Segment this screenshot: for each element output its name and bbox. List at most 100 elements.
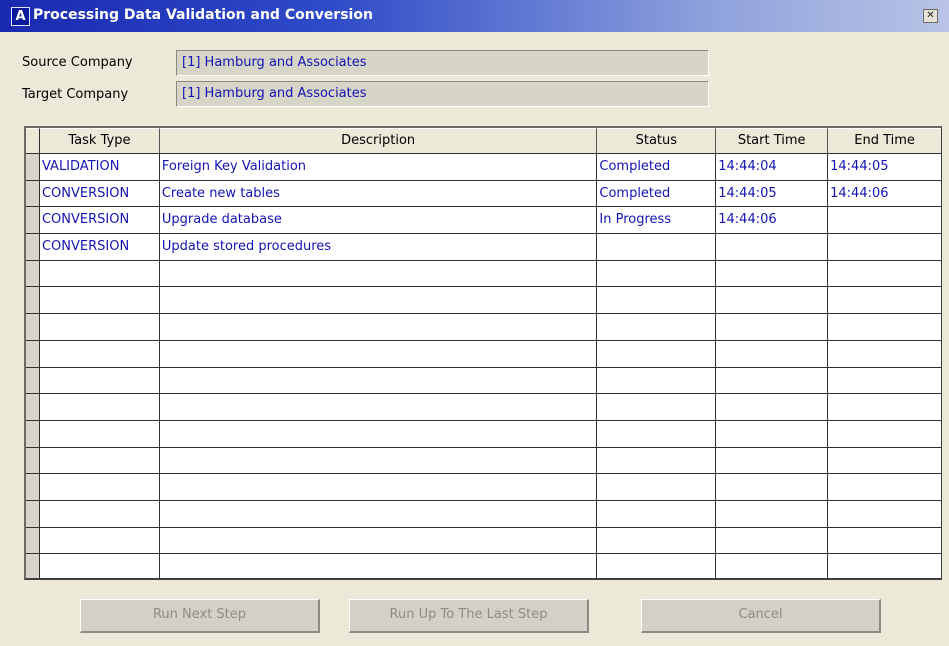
table-row[interactable]: [26, 420, 941, 448]
task-type-cell: [40, 314, 160, 340]
run-up-to-last-step-button[interactable]: Run Up To The Last Step: [349, 599, 589, 633]
table-row[interactable]: [26, 260, 941, 288]
row-selector[interactable]: [26, 474, 40, 500]
end-time-cell: [828, 528, 941, 554]
row-selector[interactable]: [26, 260, 40, 287]
table-row[interactable]: [26, 554, 941, 578]
description-cell: [160, 527, 598, 554]
row-selector[interactable]: [26, 367, 40, 394]
start-time-cell: 14:44:05: [716, 180, 829, 207]
start-time-cell: [716, 314, 829, 340]
end-time-cell: [828, 314, 941, 340]
description-cell: Update stored procedures: [160, 234, 598, 260]
cancel-button[interactable]: Cancel: [641, 599, 881, 633]
column-header-end-time[interactable]: End Time: [828, 128, 941, 153]
row-selector[interactable]: [26, 234, 40, 260]
description-cell: [160, 474, 598, 500]
status-cell: [597, 234, 717, 260]
table-row[interactable]: [26, 287, 941, 315]
start-time-cell: [716, 554, 829, 578]
row-selector[interactable]: [26, 527, 40, 554]
row-selector[interactable]: [26, 554, 40, 578]
start-time-cell: 14:44:06: [716, 207, 829, 234]
source-company-label: Source Company: [22, 55, 133, 70]
column-header-description[interactable]: Description: [159, 128, 598, 153]
title-bar[interactable]: A Processing Data Validation and Convers…: [0, 0, 949, 32]
start-time-cell: [716, 420, 829, 447]
task-type-cell: CONVERSION: [40, 207, 160, 234]
task-grid[interactable]: Task Type Description Status Start Time …: [24, 126, 942, 580]
table-row[interactable]: [26, 340, 941, 368]
end-time-cell: 14:44:05: [830, 159, 889, 174]
run-next-step-button[interactable]: Run Next Step: [80, 599, 320, 633]
status-cell: [597, 340, 717, 367]
task-type-cell: [40, 500, 160, 527]
end-time-cell: [828, 554, 941, 578]
table-row[interactable]: VALIDATION Foreign Key Validation Complete…: [26, 154, 941, 181]
start-time-cell: 14:44:04: [716, 154, 829, 180]
end-time-cell: [828, 421, 941, 447]
end-time-cell: [828, 341, 941, 367]
row-selector[interactable]: [26, 394, 40, 420]
start-time-cell: [716, 500, 829, 527]
start-time-cell: [716, 447, 829, 474]
status-cell: [597, 474, 717, 500]
table-row[interactable]: [26, 367, 941, 395]
start-time-cell: [716, 394, 829, 420]
description-cell: [160, 340, 598, 367]
status-cell: [597, 554, 717, 578]
table-row[interactable]: [26, 474, 941, 501]
end-time-cell: [828, 368, 941, 394]
task-type-cell: VALIDATION: [40, 154, 160, 180]
description-cell: Create new tables: [160, 180, 598, 207]
table-row[interactable]: [26, 314, 941, 341]
row-selector[interactable]: [26, 207, 40, 234]
task-type-cell: [40, 474, 160, 500]
end-time-cell: 14:44:06: [830, 185, 889, 201]
row-selector[interactable]: [26, 420, 40, 447]
target-company-field: [1] Hamburg and Associates: [176, 81, 709, 107]
task-type-cell: [40, 394, 160, 420]
status-cell: [597, 367, 717, 394]
close-icon[interactable]: ✕: [923, 9, 938, 23]
description-cell: [160, 367, 598, 394]
task-type-cell: [40, 527, 160, 554]
start-time-cell: [716, 474, 829, 500]
end-time-cell: [828, 234, 941, 260]
description-cell: [160, 420, 598, 447]
row-selector[interactable]: [26, 314, 40, 340]
start-time-cell: [716, 287, 829, 314]
start-time-cell: [716, 340, 829, 367]
table-row[interactable]: [26, 394, 941, 421]
app-icon: A: [11, 7, 30, 26]
table-row[interactable]: CONVERSION Create new tables Completed 14:4…: [26, 180, 941, 208]
table-row[interactable]: [26, 527, 941, 555]
row-selector[interactable]: [26, 154, 40, 180]
status-cell: [597, 287, 717, 314]
row-selector[interactable]: [26, 340, 40, 367]
status-cell: [597, 394, 717, 420]
row-selector[interactable]: [26, 287, 40, 314]
task-type-cell: [40, 367, 160, 394]
column-header-status[interactable]: Status: [597, 128, 717, 153]
description-cell: [160, 314, 598, 340]
table-row[interactable]: CONVERSION Upgrade database In Progress 14:…: [26, 207, 941, 235]
end-time-cell: [828, 207, 941, 233]
status-cell: Completed: [597, 154, 717, 180]
grid-header: Task Type Description Status Start Time …: [26, 128, 941, 154]
table-row[interactable]: CONVERSION Update stored procedures: [26, 234, 941, 261]
task-type-cell: [40, 554, 160, 578]
row-selector[interactable]: [26, 500, 40, 527]
row-selector[interactable]: [26, 180, 40, 207]
end-time-cell: [828, 394, 941, 420]
row-selector-header: [26, 128, 40, 153]
column-header-start-time[interactable]: Start Time: [716, 128, 829, 153]
column-header-task-type[interactable]: Task Type: [39, 128, 160, 153]
row-selector[interactable]: [26, 447, 40, 474]
description-cell: [160, 287, 598, 314]
table-row[interactable]: [26, 500, 941, 528]
table-row[interactable]: [26, 447, 941, 475]
task-type-cell: [40, 260, 160, 287]
start-time-cell: [716, 527, 829, 554]
task-type-cell: [40, 420, 160, 447]
